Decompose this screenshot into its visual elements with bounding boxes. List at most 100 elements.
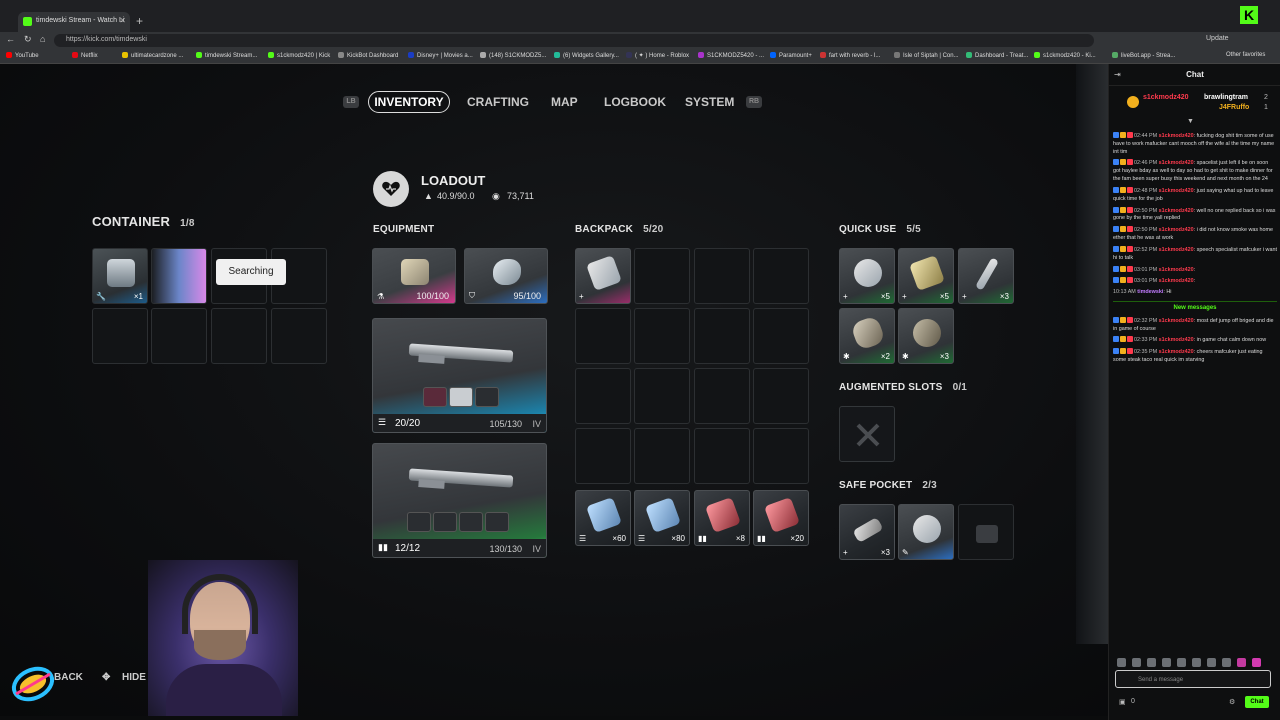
weapon-slot-1[interactable]: ☰ 20/20 105/130 IV [372,318,547,433]
bookmark-2[interactable]: ultimatecardzone ... [122,52,183,59]
container-slot-searching[interactable] [151,248,207,304]
safe-pocket-slot-locked[interactable] [958,504,1014,560]
quick-use-slot[interactable]: + ×5 [839,248,895,304]
tab-logbook[interactable]: LOGBOOK [604,95,666,109]
bookmark-17[interactable]: Other favorites [1226,52,1265,58]
quick-use-slot[interactable]: + ×3 [958,248,1014,304]
container-slot[interactable]: 🔧 ×1 [92,248,148,304]
tab-close-icon[interactable]: ✕ [119,16,126,25]
emote-icon [1162,658,1171,667]
container-slot[interactable] [271,308,327,364]
emote-icon [1192,658,1201,667]
augment-slot[interactable]: ⚗ 100/100 [372,248,456,304]
shell-icon: ▮▮ [378,542,388,552]
send-chat-button[interactable]: Chat [1245,696,1269,708]
backpack-slot[interactable]: ▮▮ ×20 [753,490,809,546]
backpack-slot[interactable] [694,308,750,364]
bookmark-7[interactable]: (148) S1CKMODZ5... [480,52,546,59]
emote-icon [1237,658,1246,667]
attachment-slot[interactable] [423,387,447,407]
backpack-slot[interactable] [753,368,809,424]
backpack-slot[interactable] [753,248,809,304]
weapon-slot-2[interactable]: ▮▮ 12/12 130/130 IV [372,443,547,558]
weapon1-durability: 105/130 [489,419,522,429]
augmented-slot[interactable] [839,406,895,462]
tab-system[interactable]: SYSTEM [685,95,734,109]
quick-use-slot[interactable]: + ×5 [898,248,954,304]
bookmark-15[interactable]: s1ckmodz420 - Ki... [1034,52,1096,59]
new-tab-icon[interactable]: + [136,14,143,28]
bookmark-9[interactable]: ( ✦ ) Home - Roblox [626,52,689,59]
browser-tab[interactable]: timdewski Stream - Watch Li ✕ [18,12,130,32]
chat-panel: ⇥ Chat s1ckmodz420 brawlingtram 2 J4FRuf… [1108,64,1280,720]
safe-pocket-slot[interactable]: ✎ [898,504,954,560]
quick-use-slot[interactable]: ✱ ×3 [898,308,954,364]
backpack-slot[interactable] [575,368,631,424]
backpack-slot[interactable] [575,428,631,484]
points-icon[interactable]: ▣ [1119,698,1126,706]
backpack-slot[interactable]: ☰ ×60 [575,490,631,546]
bookmark-6[interactable]: Disney+ | Movies a... [408,52,473,59]
backpack-slot[interactable] [753,428,809,484]
container-slot[interactable] [151,308,207,364]
back-icon[interactable]: ← [6,34,15,44]
back-button[interactable]: BACK [54,672,83,683]
backpack-slot[interactable] [753,308,809,364]
safe-pocket-slot[interactable]: + ×3 [839,504,895,560]
container-slot[interactable] [211,308,267,364]
bookmark-5[interactable]: KickBot Dashboard [338,52,398,59]
backpack-slot[interactable]: ▮▮ ×8 [694,490,750,546]
emote-bar[interactable] [1117,654,1277,667]
loadout-weight: 40.9/90.0 [437,191,475,201]
bookmark-1[interactable]: Netflix [72,52,98,59]
quick-use-slot[interactable]: ✱ ×2 [839,308,895,364]
backpack-slot[interactable] [575,308,631,364]
chat-settings-icon[interactable]: ⚙ [1229,698,1235,706]
tab-crafting[interactable]: CRAFTING [467,95,529,109]
locked-case-icon [976,525,998,543]
bookmark-0[interactable]: YouTube [6,52,39,59]
expand-pinned-icon[interactable]: ▼ [1187,118,1194,125]
backpack-slot[interactable] [634,308,690,364]
emote-icon [1132,658,1141,667]
attachment-slot[interactable] [433,512,457,532]
shield-slot[interactable]: ⛉ 95/100 [464,248,548,304]
attachment-slot[interactable] [475,387,499,407]
bookmark-11[interactable]: Paramount+ [770,52,812,59]
bookmark-12[interactable]: fart with reverb - l... [820,52,880,59]
home-icon[interactable]: ⌂ [40,34,45,44]
chat-message: 02:46 PM s1ckmodz420: spacelist just lef… [1113,159,1273,183]
address-bar[interactable]: https://kick.com/timdewski [54,34,1094,47]
bookmark-8[interactable]: (6) Widgets Gallery... [554,52,619,59]
backpack-slot[interactable] [634,368,690,424]
tab-map[interactable]: MAP [551,95,578,109]
bookmark-3[interactable]: timdewski Stream... [196,52,257,59]
bookmark-13[interactable]: Isle of Siptah | Con... [894,52,959,59]
backpack-slot[interactable]: ☰ ×80 [634,490,690,546]
backpack-slot[interactable]: + [575,248,631,304]
attachment-slot[interactable] [485,512,509,532]
update-button[interactable]: Update [1206,35,1229,42]
bookmark-4[interactable]: s1ckmodz420 | Kick [268,52,330,59]
backpack-slot[interactable] [694,428,750,484]
backpack-title: BACKPACK 5/20 [575,224,664,235]
kick-extension-icon[interactable]: K [1240,6,1258,24]
backpack-slot[interactable] [634,248,690,304]
backpack-slot[interactable] [634,428,690,484]
tab-inventory[interactable]: INVENTORY [368,91,450,113]
bookmark-10[interactable]: S1CKMODZ5420 - ... [698,52,764,59]
backpack-slot[interactable] [694,248,750,304]
reload-icon[interactable]: ↻ [24,34,32,45]
shield-item-icon [493,259,521,285]
coin-icon [1127,96,1139,108]
emote-icon [1147,658,1156,667]
bookmark-14[interactable]: Dashboard - Treat... [966,52,1028,59]
bookmark-16[interactable]: liveBot.app - Strea... [1112,52,1175,59]
container-slot[interactable] [92,308,148,364]
attachment-slot[interactable] [407,512,431,532]
attachment-slot[interactable] [449,387,473,407]
attachment-slot[interactable] [459,512,483,532]
container-item-icon [107,259,135,287]
backpack-slot[interactable] [694,368,750,424]
chat-message-input[interactable]: Send a message [1115,670,1271,688]
